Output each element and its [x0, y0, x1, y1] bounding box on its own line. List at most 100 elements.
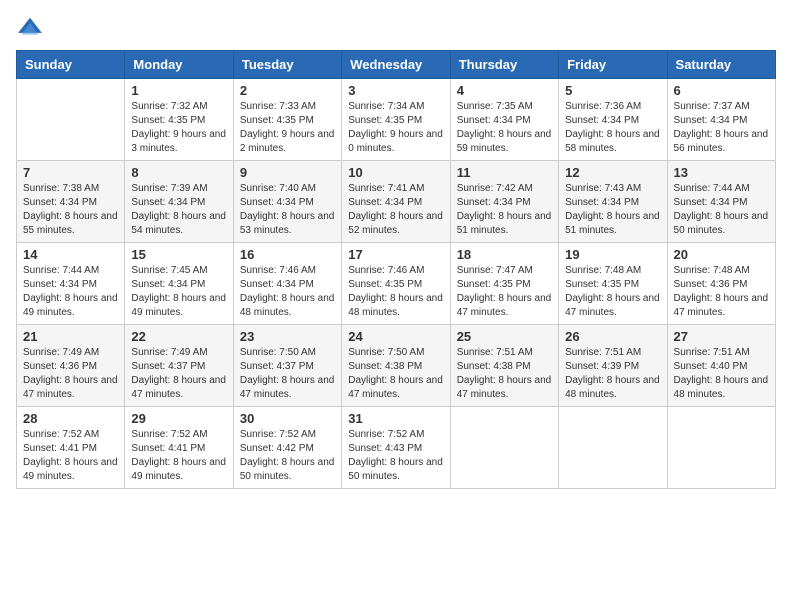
day-number: 26: [565, 329, 660, 344]
day-number: 13: [674, 165, 769, 180]
calendar-week-row: 1 Sunrise: 7:32 AMSunset: 4:35 PMDaylight…: [17, 79, 776, 161]
calendar-cell: 22 Sunrise: 7:49 AMSunset: 4:37 PMDayligh…: [125, 325, 233, 407]
calendar-cell: 2 Sunrise: 7:33 AMSunset: 4:35 PMDaylight…: [233, 79, 341, 161]
calendar-cell: 7Sunrise: 7:38 AMSunset: 4:34 PMDaylight…: [17, 161, 125, 243]
day-info: Sunrise: 7:49 AMSunset: 4:36 PMDaylight:…: [23, 346, 118, 402]
calendar-cell: 20Sunrise: 7:48 AMSunset: 4:36 PMDayligh…: [667, 243, 775, 325]
day-number: 4: [457, 83, 552, 98]
day-number: 27: [674, 329, 769, 344]
day-info: Sunrise: 7:42 AMSunset: 4:34 PMDaylight:…: [457, 182, 552, 238]
calendar-body: 1 Sunrise: 7:32 AMSunset: 4:35 PMDaylight…: [17, 79, 776, 489]
day-number: 30: [240, 411, 335, 426]
calendar-cell: 21 Sunrise: 7:49 AMSunset: 4:36 PMDayligh…: [17, 325, 125, 407]
day-number: 10: [348, 165, 443, 180]
calendar-cell: 31 Sunrise: 7:52 AMSunset: 4:43 PMDayligh…: [342, 407, 450, 489]
day-number: 7: [23, 165, 118, 180]
day-of-week-header: Saturday: [667, 51, 775, 79]
day-number: 19: [565, 247, 660, 262]
day-info: Sunrise: 7:52 AMSunset: 4:41 PMDaylight:…: [23, 428, 118, 484]
day-info: Sunrise: 7:33 AMSunset: 4:35 PMDaylight:…: [240, 100, 335, 156]
day-number: 23: [240, 329, 335, 344]
day-number: 5: [565, 83, 660, 98]
day-of-week-header: Thursday: [450, 51, 558, 79]
day-number: 9: [240, 165, 335, 180]
calendar-cell: 17Sunrise: 7:46 AMSunset: 4:35 PMDayligh…: [342, 243, 450, 325]
day-info: Sunrise: 7:36 AMSunset: 4:34 PMDaylight:…: [565, 100, 660, 156]
calendar-cell: 9 Sunrise: 7:40 AMSunset: 4:34 PMDaylight…: [233, 161, 341, 243]
calendar-cell: 29 Sunrise: 7:52 AMSunset: 4:41 PMDayligh…: [125, 407, 233, 489]
day-info: Sunrise: 7:43 AMSunset: 4:34 PMDaylight:…: [565, 182, 660, 238]
day-number: 2: [240, 83, 335, 98]
calendar-cell: 15 Sunrise: 7:45 AMSunset: 4:34 PMDayligh…: [125, 243, 233, 325]
calendar-week-row: 7Sunrise: 7:38 AMSunset: 4:34 PMDaylight…: [17, 161, 776, 243]
calendar-cell: 1 Sunrise: 7:32 AMSunset: 4:35 PMDaylight…: [125, 79, 233, 161]
day-number: 29: [131, 411, 226, 426]
calendar-cell: 16 Sunrise: 7:46 AMSunset: 4:34 PMDayligh…: [233, 243, 341, 325]
day-number: 16: [240, 247, 335, 262]
day-number: 17: [348, 247, 443, 262]
day-info: Sunrise: 7:50 AMSunset: 4:38 PMDaylight:…: [348, 346, 443, 402]
day-info: Sunrise: 7:46 AMSunset: 4:34 PMDaylight:…: [240, 264, 335, 320]
day-number: 22: [131, 329, 226, 344]
calendar-cell: 24 Sunrise: 7:50 AMSunset: 4:38 PMDayligh…: [342, 325, 450, 407]
calendar-cell: 12 Sunrise: 7:43 AMSunset: 4:34 PMDayligh…: [559, 161, 667, 243]
calendar-cell: [559, 407, 667, 489]
calendar-cell: [17, 79, 125, 161]
calendar-cell: 25Sunrise: 7:51 AMSunset: 4:38 PMDayligh…: [450, 325, 558, 407]
day-info: Sunrise: 7:45 AMSunset: 4:34 PMDaylight:…: [131, 264, 226, 320]
day-info: Sunrise: 7:35 AMSunset: 4:34 PMDaylight:…: [457, 100, 552, 156]
calendar-week-row: 21 Sunrise: 7:49 AMSunset: 4:36 PMDayligh…: [17, 325, 776, 407]
calendar-header-row: SundayMondayTuesdayWednesdayThursdayFrid…: [17, 51, 776, 79]
day-info: Sunrise: 7:49 AMSunset: 4:37 PMDaylight:…: [131, 346, 226, 402]
day-number: 15: [131, 247, 226, 262]
calendar-cell: 26 Sunrise: 7:51 AMSunset: 4:39 PMDayligh…: [559, 325, 667, 407]
calendar-cell: 6 Sunrise: 7:37 AMSunset: 4:34 PMDaylight…: [667, 79, 775, 161]
day-info: Sunrise: 7:48 AMSunset: 4:35 PMDaylight:…: [565, 264, 660, 320]
day-info: Sunrise: 7:41 AMSunset: 4:34 PMDaylight:…: [348, 182, 443, 238]
day-of-week-header: Friday: [559, 51, 667, 79]
day-info: Sunrise: 7:51 AMSunset: 4:40 PMDaylight:…: [674, 346, 769, 402]
logo: [16, 16, 48, 38]
calendar-cell: 13 Sunrise: 7:44 AMSunset: 4:34 PMDayligh…: [667, 161, 775, 243]
calendar-cell: 27 Sunrise: 7:51 AMSunset: 4:40 PMDayligh…: [667, 325, 775, 407]
day-number: 31: [348, 411, 443, 426]
day-info: Sunrise: 7:32 AMSunset: 4:35 PMDaylight:…: [131, 100, 226, 156]
calendar-cell: 5 Sunrise: 7:36 AMSunset: 4:34 PMDaylight…: [559, 79, 667, 161]
day-info: Sunrise: 7:52 AMSunset: 4:41 PMDaylight:…: [131, 428, 226, 484]
calendar-cell: 28Sunrise: 7:52 AMSunset: 4:41 PMDayligh…: [17, 407, 125, 489]
calendar-table: SundayMondayTuesdayWednesdayThursdayFrid…: [16, 50, 776, 489]
calendar-cell: 3Sunrise: 7:34 AMSunset: 4:35 PMDaylight…: [342, 79, 450, 161]
page-header: [16, 16, 776, 38]
day-number: 6: [674, 83, 769, 98]
day-number: 14: [23, 247, 118, 262]
day-info: Sunrise: 7:52 AMSunset: 4:43 PMDaylight:…: [348, 428, 443, 484]
day-number: 12: [565, 165, 660, 180]
day-info: Sunrise: 7:47 AMSunset: 4:35 PMDaylight:…: [457, 264, 552, 320]
day-info: Sunrise: 7:51 AMSunset: 4:39 PMDaylight:…: [565, 346, 660, 402]
calendar-cell: 11Sunrise: 7:42 AMSunset: 4:34 PMDayligh…: [450, 161, 558, 243]
day-info: Sunrise: 7:50 AMSunset: 4:37 PMDaylight:…: [240, 346, 335, 402]
calendar-cell: 30Sunrise: 7:52 AMSunset: 4:42 PMDayligh…: [233, 407, 341, 489]
calendar-cell: 8 Sunrise: 7:39 AMSunset: 4:34 PMDaylight…: [125, 161, 233, 243]
day-number: 1: [131, 83, 226, 98]
day-of-week-header: Monday: [125, 51, 233, 79]
calendar-week-row: 28Sunrise: 7:52 AMSunset: 4:41 PMDayligh…: [17, 407, 776, 489]
day-number: 24: [348, 329, 443, 344]
calendar-cell: 4 Sunrise: 7:35 AMSunset: 4:34 PMDaylight…: [450, 79, 558, 161]
calendar-week-row: 14 Sunrise: 7:44 AMSunset: 4:34 PMDayligh…: [17, 243, 776, 325]
day-info: Sunrise: 7:44 AMSunset: 4:34 PMDaylight:…: [23, 264, 118, 320]
day-of-week-header: Tuesday: [233, 51, 341, 79]
day-number: 3: [348, 83, 443, 98]
day-info: Sunrise: 7:39 AMSunset: 4:34 PMDaylight:…: [131, 182, 226, 238]
day-number: 21: [23, 329, 118, 344]
calendar-cell: [450, 407, 558, 489]
day-info: Sunrise: 7:37 AMSunset: 4:34 PMDaylight:…: [674, 100, 769, 156]
calendar-cell: [667, 407, 775, 489]
day-info: Sunrise: 7:44 AMSunset: 4:34 PMDaylight:…: [674, 182, 769, 238]
calendar-cell: 23 Sunrise: 7:50 AMSunset: 4:37 PMDayligh…: [233, 325, 341, 407]
calendar-cell: 18Sunrise: 7:47 AMSunset: 4:35 PMDayligh…: [450, 243, 558, 325]
day-info: Sunrise: 7:40 AMSunset: 4:34 PMDaylight:…: [240, 182, 335, 238]
day-number: 8: [131, 165, 226, 180]
calendar-cell: 19 Sunrise: 7:48 AMSunset: 4:35 PMDayligh…: [559, 243, 667, 325]
day-of-week-header: Wednesday: [342, 51, 450, 79]
